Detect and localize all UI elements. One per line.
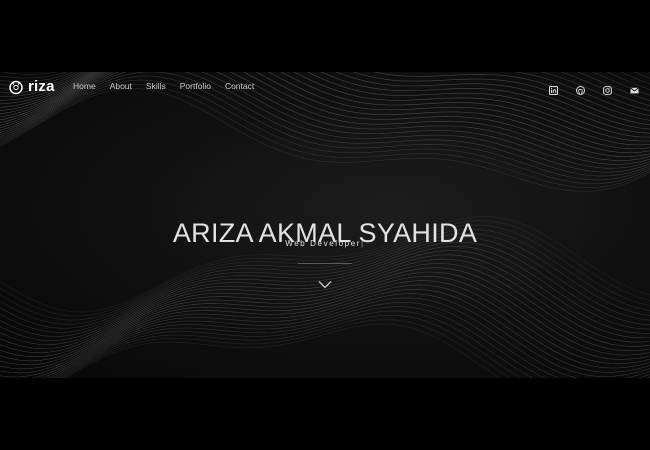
linkedin-icon[interactable] [549,82,558,95]
nav-link-home[interactable]: Home [73,81,96,91]
instagram-icon[interactable] [603,82,612,95]
title-divider [298,263,352,264]
main-menu: Home About Skills Portfolio Contact [73,81,268,91]
social-links [531,82,639,95]
letterbox-bottom [0,378,650,450]
brand-logo[interactable]: riza [8,78,55,95]
nav-link-about[interactable]: About [110,81,132,91]
logo-mark-icon [9,80,23,94]
hero-subtitle: Web Developer| [0,239,650,248]
nav-link-contact[interactable]: Contact [225,81,254,91]
nav-link-portfolio[interactable]: Portfolio [180,81,211,91]
github-icon[interactable] [576,82,585,95]
letterbox-top [0,0,650,72]
nav-link-skills[interactable]: Skills [146,81,166,91]
mail-icon[interactable] [630,82,639,94]
typing-cursor: | [361,239,365,248]
brand-name: riza [28,78,55,95]
top-navbar: riza Home About Skills Portfolio Contact [0,72,650,102]
typed-text: Web Developer [285,239,362,248]
chevron-down-icon[interactable] [318,280,332,289]
